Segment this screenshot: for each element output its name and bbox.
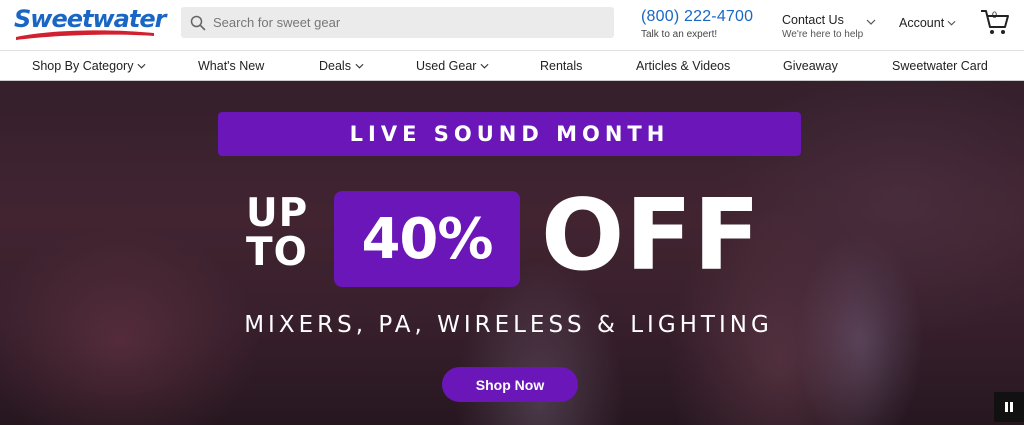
up-label: UP [246,191,309,236]
promo-subline: MIXERS, PA, WIRELESS & LIGHTING [244,312,773,338]
phone-subtext: Talk to an expert! [641,29,718,40]
nav-item-shop-by-category[interactable]: Shop By Category [32,59,146,73]
logo-swoosh-icon [16,30,154,40]
discount-badge: 40% [334,191,520,287]
nav-item-label: Used Gear [416,59,477,73]
chevron-down-icon [947,20,956,26]
chevron-down-icon [137,63,146,69]
nav-item-label: Sweetwater Card [892,59,988,73]
nav-item-rentals[interactable]: Rentals [540,59,582,73]
chevron-down-icon [355,63,364,69]
contact-us-label: Contact Us [782,13,844,27]
nav-item-whats-new[interactable]: What's New [198,59,264,73]
off-label: OFF [541,179,762,293]
phone-block[interactable]: (800) 222-4700 Talk to an expert! [641,8,753,40]
account-menu[interactable]: Account [899,16,956,30]
nav-item-articles-videos[interactable]: Articles & Videos [636,59,730,73]
promo-title: LIVE SOUND MONTH [349,122,670,146]
hero-banner[interactable]: LIVE SOUND MONTH UP TO 40% OFF MIXERS, P… [0,81,1024,425]
search-icon[interactable] [189,14,207,32]
cart-count: 0 [992,10,998,20]
account-label: Account [899,16,945,30]
up-to-text: UP TO [246,194,308,272]
to-label: TO [246,230,308,275]
contact-us-subtext: We're here to help [782,29,864,40]
nav-item-label: Shop By Category [32,59,134,73]
main-nav: Shop By Category What's New Deals Used G… [0,50,1024,81]
nav-item-label: What's New [198,59,265,73]
chevron-down-icon [866,19,876,25]
pause-button[interactable] [994,392,1024,422]
contact-us-menu[interactable]: Contact Us We're here to help [782,13,876,40]
cart-button[interactable]: 0 [980,8,1010,36]
nav-item-used-gear[interactable]: Used Gear [416,59,489,73]
nav-item-label: Deals [319,59,351,73]
nav-item-deals[interactable]: Deals [319,59,364,73]
nav-item-label: Rentals [540,59,583,73]
nav-item-label: Giveaway [783,59,838,73]
search-bar[interactable] [181,7,614,38]
shop-now-button[interactable]: Shop Now [442,367,578,402]
sweetwater-logo[interactable]: Sweetwater [14,5,166,41]
nav-item-label: Articles & Videos [636,59,731,73]
phone-number[interactable]: (800) 222-4700 [641,8,753,26]
site-header: Sweetwater (800) 222-4700 Talk to an exp… [0,0,1024,50]
nav-item-giveaway[interactable]: Giveaway [783,59,838,73]
nav-item-sweetwater-card[interactable]: Sweetwater Card [892,59,988,73]
search-input[interactable] [213,15,593,30]
chevron-down-icon [480,63,489,69]
discount-percent: 40% [361,206,493,272]
promo-title-banner: LIVE SOUND MONTH [218,112,801,156]
pause-icon [1005,402,1013,412]
